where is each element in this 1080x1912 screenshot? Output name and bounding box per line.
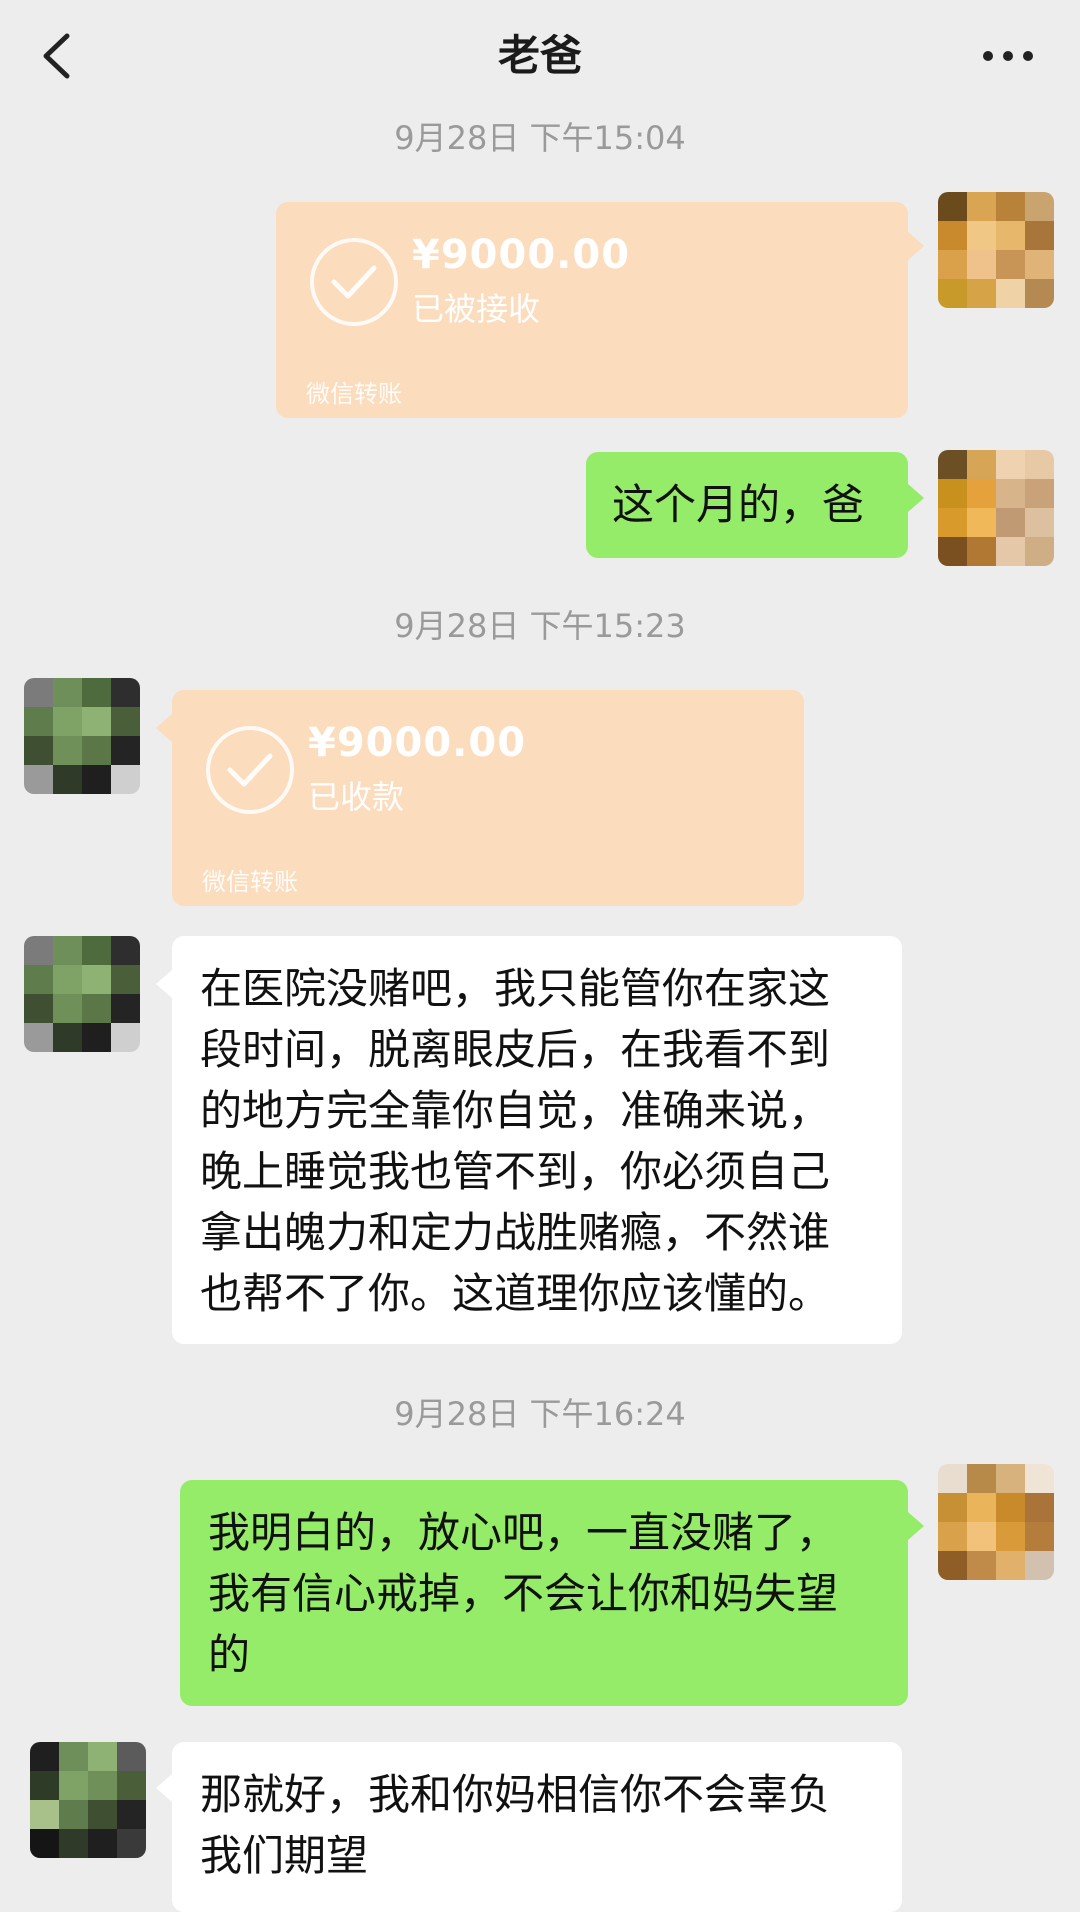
bubble-tail	[908, 484, 924, 512]
avatar-contact[interactable]	[24, 678, 140, 794]
bubble-tail	[156, 1774, 172, 1802]
message-line: 在医院没赌吧，我只能管你在家这	[200, 964, 831, 1013]
message-line: 段时间，脱离眼皮后，在我看不到	[200, 1025, 831, 1074]
message-line: 我们期望	[200, 1831, 369, 1880]
message-bubble-self[interactable]: 我明白的，放心吧，一直没赌了， 我有信心戒掉，不会让你和妈失望 的	[180, 1480, 908, 1706]
top-bar: 老爸	[0, 0, 1080, 120]
message-line: 那就好，我和你妈相信你不会辜负	[200, 1770, 831, 1819]
bubble-tail	[156, 714, 172, 742]
transfer-label: 微信转账	[202, 868, 298, 896]
timestamp: 9月28日 下午15:04	[394, 119, 686, 157]
message-line: 的	[208, 1630, 251, 1679]
message-bubble-contact[interactable]: 在医院没赌吧，我只能管你在家这 段时间，脱离眼皮后，在我看不到 的地方完全靠你自…	[172, 936, 902, 1344]
transfer-card-sent[interactable]: ¥9000.00 已被接收 微信转账	[276, 202, 908, 418]
message-bubble-contact[interactable]: 那就好，我和你妈相信你不会辜负 我们期望	[172, 1742, 902, 1912]
avatar-self[interactable]	[938, 450, 1054, 566]
transfer-status: 已被接收	[412, 290, 541, 328]
bubble-tail	[908, 232, 924, 260]
check-circle-icon	[206, 726, 294, 814]
avatar-self[interactable]	[938, 192, 1054, 308]
transfer-amount: ¥9000.00	[412, 232, 631, 278]
message-line: 拿出魄力和定力战胜赌瘾，不然谁	[200, 1208, 831, 1257]
timestamp: 9月28日 下午15:23	[394, 607, 686, 645]
message-bubble-self[interactable]: 这个月的，爸	[586, 452, 908, 558]
avatar-contact[interactable]	[24, 936, 140, 1052]
message-line: 我明白的，放心吧，一直没赌了，	[208, 1508, 839, 1557]
more-dots-icon	[983, 51, 1033, 61]
chat-title: 老爸	[497, 31, 582, 80]
more-button[interactable]	[980, 40, 1036, 72]
avatar-contact[interactable]	[30, 1742, 146, 1858]
timestamp: 9月28日 下午16:24	[394, 1395, 686, 1433]
transfer-amount: ¥9000.00	[308, 720, 527, 766]
bubble-tail	[156, 970, 172, 998]
message-line: 我有信心戒掉，不会让你和妈失望	[208, 1569, 839, 1618]
transfer-label: 微信转账	[306, 380, 402, 408]
message-line: 也帮不了你。这道理你应该懂的。	[200, 1269, 831, 1318]
avatar-self[interactable]	[938, 1464, 1054, 1580]
check-circle-icon	[310, 238, 398, 326]
transfer-card-received[interactable]: ¥9000.00 已收款 微信转账	[172, 690, 804, 906]
bubble-tail	[908, 1512, 924, 1540]
message-line: 的地方完全靠你自觉，准确来说，	[200, 1086, 831, 1135]
transfer-status: 已收款	[308, 778, 405, 816]
message-line: 晚上睡觉我也管不到，你必须自己	[200, 1147, 831, 1196]
